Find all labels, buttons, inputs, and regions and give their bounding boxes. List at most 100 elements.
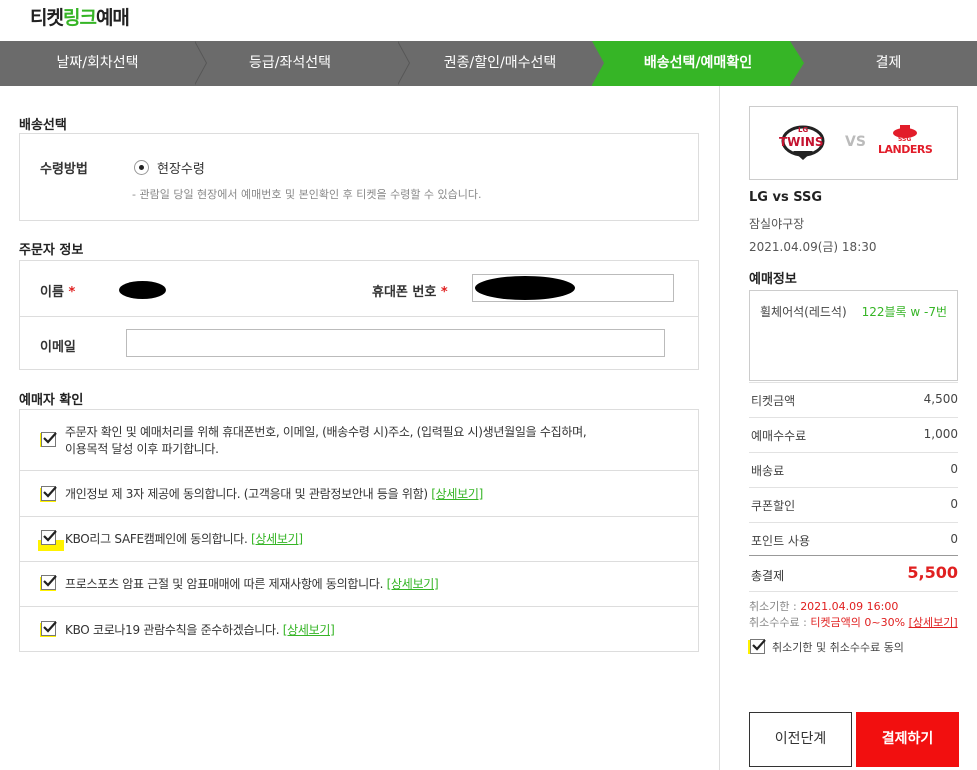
header: 티켓링크예매 (0, 0, 977, 41)
total-value: 5,500 (907, 563, 958, 582)
step-bar: 날짜/회차선택 등급/좌석선택 권종/할인/매수선택 배송선택/예매확인 결제 (0, 40, 977, 86)
agree-text-5-body: KBO 코로나19 관람수칙을 준수하겠습니다. (65, 623, 280, 637)
fee-label: 티켓금액 (751, 394, 796, 408)
cancel-agree-checkbox[interactable] (750, 639, 766, 654)
fee-row-points: 포인트 사용 0 (749, 522, 958, 557)
landers-logo-ssg: SSG (898, 136, 912, 143)
agree-text-1-line2: 이용목적 달성 이후 파기합니다. (65, 442, 219, 456)
booking-info-title: 예매정보 (749, 272, 797, 287)
cancel-deadline: 취소기한 : 2021.04.09 16:00 (749, 598, 898, 614)
check-icon (43, 530, 57, 542)
step-seat: 등급/좌석선택 (249, 55, 331, 71)
check-icon (43, 621, 57, 633)
onsite-pickup-label[interactable]: 현장수령 (157, 158, 205, 177)
check-icon (43, 486, 57, 498)
row-divider (20, 316, 698, 317)
ticketlink-logo[interactable]: 티켓링크예매 (30, 3, 130, 30)
required-mark: * (440, 285, 448, 300)
total-row: 총결제 5,500 (749, 557, 958, 592)
agree-checkbox-1[interactable] (41, 432, 57, 447)
agreement-box: 주문자 확인 및 예매처리를 위해 휴대폰번호, 이메일, (배송수령 시)주소… (19, 409, 699, 652)
total-divider (749, 555, 958, 556)
seat-info-box: 휠체어석(레드석) 122블록 w -7번 (749, 290, 958, 381)
name-label-text: 이름 (40, 285, 64, 300)
cancel-agree-label[interactable]: 취소기한 및 취소수수료 동의 (772, 639, 904, 655)
phone-label: 휴대폰 번호 * (372, 281, 448, 300)
agree-checkbox-2[interactable] (41, 486, 57, 501)
logo-text-1: 티켓 (30, 7, 64, 29)
row-divider (20, 561, 698, 562)
check-icon (43, 432, 57, 444)
agree-text-1-line1: 주문자 확인 및 예매처리를 위해 휴대폰번호, 이메일, (배송수령 시)주소… (65, 425, 587, 439)
cancel-fee-label: 취소수수료 : (749, 616, 811, 629)
check-icon (43, 575, 57, 587)
fee-value: 0 (950, 462, 958, 476)
phone-input[interactable] (472, 274, 674, 302)
delivery-box: 수령방법 현장수령 - 관람일 당일 현장에서 예매번호 및 본인확인 후 티켓… (19, 133, 699, 221)
fee-value: 0 (950, 497, 958, 511)
fee-divider (749, 591, 958, 592)
row-divider (20, 606, 698, 607)
email-label: 이메일 (40, 340, 76, 355)
summary-panel: LG TWINS VS SSG LANDERS LG vs SSG 잠실야구장 … (719, 86, 977, 770)
twins-logo-lg: LG (798, 126, 809, 134)
fee-label: 쿠폰할인 (751, 499, 796, 513)
fee-row-booking: 예매수수료 1,000 (749, 417, 958, 452)
cancel-fee: 취소수수료 : 티켓금액의 0~30% [상세보기] (749, 614, 958, 630)
pickup-note: - 관람일 당일 현장에서 예매번호 및 본인확인 후 티켓을 수령할 수 있습… (132, 188, 482, 201)
prev-step-button[interactable]: 이전단계 (749, 712, 852, 767)
fee-value: 1,000 (923, 427, 958, 441)
match-datetime: 2021.04.09(금) 18:30 (749, 240, 877, 254)
fee-value: 0 (950, 532, 958, 546)
fee-label: 예매수수료 (751, 429, 807, 443)
agree-text-2: 개인정보 제 3자 제공에 동의합니다. (고객응대 및 관람정보안내 등을 위… (65, 486, 483, 503)
vs-text: VS (845, 134, 866, 150)
cancel-fee-detail-link[interactable]: [상세보기] (909, 616, 958, 629)
cancel-deadline-label: 취소기한 : (749, 600, 801, 613)
fee-row-delivery: 배송료 0 (749, 452, 958, 487)
detail-link-5[interactable]: [상세보기] (283, 623, 335, 637)
venue: 잠실야구장 (749, 217, 805, 231)
fee-row-ticket: 티켓금액 4,500 (749, 382, 958, 417)
agree-checkbox-4[interactable] (41, 575, 57, 590)
onsite-pickup-radio[interactable] (134, 160, 149, 175)
fee-label: 포인트 사용 (751, 534, 811, 548)
match-logos: LG TWINS VS SSG LANDERS (749, 106, 958, 180)
agree-checkbox-5[interactable] (41, 621, 57, 636)
phone-redacted (475, 276, 575, 300)
fee-row-coupon: 쿠폰할인 0 (749, 487, 958, 522)
twins-logo: LG TWINS (776, 123, 830, 163)
receive-method-label: 수령방법 (40, 162, 88, 177)
cancel-deadline-value: 2021.04.09 16:00 (800, 600, 899, 613)
email-input[interactable] (126, 329, 665, 357)
orderer-box: 이름 * 휴대폰 번호 * 이메일 (19, 260, 699, 370)
step-payment: 결제 (875, 55, 902, 71)
fee-value: 4,500 (923, 392, 958, 406)
step-discount: 권종/할인/매수선택 (443, 55, 557, 71)
step-date: 날짜/회차선택 (56, 55, 139, 71)
agree-text-3: KBO리그 SAFE캠페인에 동의합니다. [상세보기] (65, 531, 303, 548)
match-title: LG vs SSG (749, 190, 823, 205)
row-divider (20, 470, 698, 471)
agree-text-4-body: 프로스포츠 암표 근절 및 암표매매에 따른 제재사항에 동의합니다. (65, 577, 384, 591)
total-label: 총결제 (751, 569, 785, 583)
seat-position: 122블록 w -7번 (861, 305, 947, 319)
fee-label: 배송료 (751, 464, 785, 478)
twins-logo-name: TWINS (779, 135, 824, 149)
detail-link-2[interactable]: [상세보기] (431, 487, 483, 501)
detail-link-3[interactable]: [상세보기] (251, 532, 303, 546)
agreement-section-title: 예매자 확인 (19, 393, 84, 408)
agree-text-1: 주문자 확인 및 예매처리를 위해 휴대폰번호, 이메일, (배송수령 시)주소… (65, 424, 587, 458)
pay-button[interactable]: 결제하기 (856, 712, 959, 767)
agree-checkbox-3[interactable] (41, 530, 57, 545)
agree-text-3-body: KBO리그 SAFE캠페인에 동의합니다. (65, 532, 248, 546)
name-label: 이름 * (40, 281, 75, 300)
required-mark: * (68, 285, 76, 300)
seat-grade: 휠체어석(레드석) (760, 305, 847, 319)
detail-link-4[interactable]: [상세보기] (387, 577, 439, 591)
logo-text-2: 링크 (62, 7, 97, 29)
orderer-section-title: 주문자 정보 (19, 243, 84, 258)
check-icon (752, 639, 766, 651)
step-delivery: 배송선택/예매확인 (643, 55, 753, 71)
agree-text-2-body: 개인정보 제 3자 제공에 동의합니다. (고객응대 및 관람정보안내 등을 위… (65, 487, 428, 501)
